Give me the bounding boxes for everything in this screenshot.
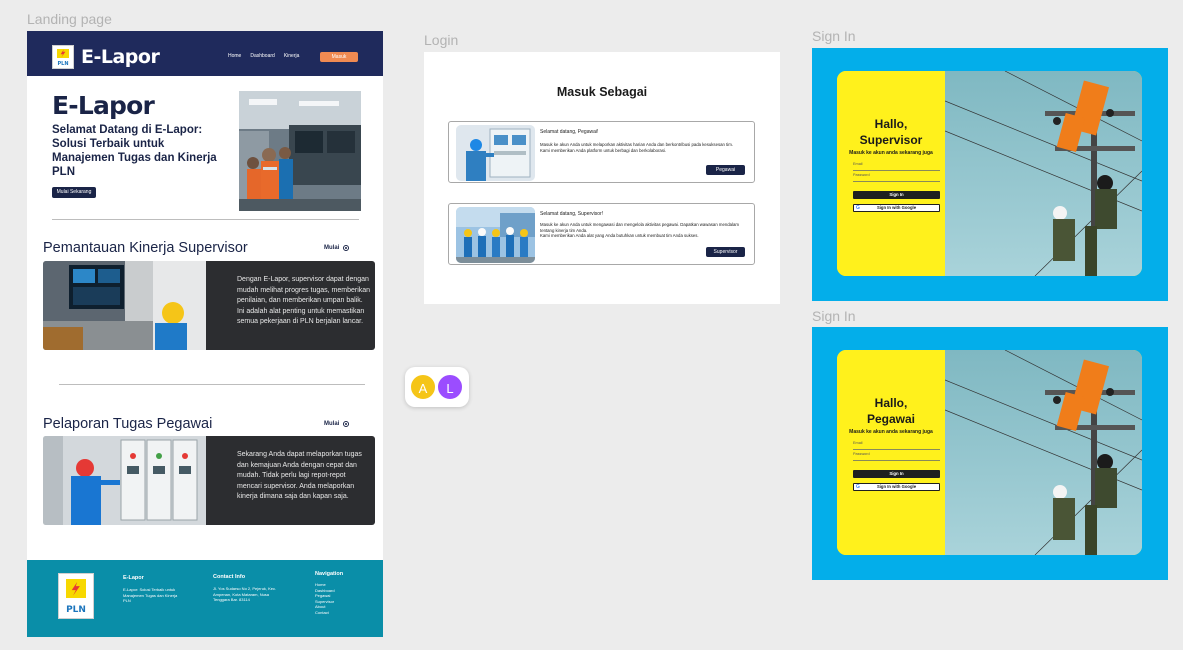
google-icon: G: [856, 205, 860, 211]
nav-link-dashboard[interactable]: Dashboard: [250, 53, 274, 59]
section-divider-2: [59, 384, 365, 385]
google-signin-button[interactable]: G Sign In with Google: [853, 204, 940, 212]
signin-subtitle: Masuk ke akun anda sekarang juga: [849, 150, 933, 156]
login-frame[interactable]: Masuk Sebagai Selamat datang, Pegawai! M…: [424, 52, 780, 304]
email-field[interactable]: Email: [853, 162, 940, 171]
signin-card: Hallo, Pegawai Masuk ke akun anda sekara…: [837, 350, 1142, 555]
signin-photo: [945, 350, 1142, 555]
arrow-circle-icon: [343, 421, 350, 427]
footer-pln-logo: PLN: [58, 573, 94, 619]
nav-links: Home Dashboard Kinerja: [228, 53, 299, 59]
pegawai-button[interactable]: Pegawai: [706, 165, 745, 175]
email-field[interactable]: Email: [853, 441, 940, 450]
supervisor-button[interactable]: Supervisor: [706, 247, 745, 257]
signin-supervisor-frame[interactable]: Hallo, Supervisor Masuk ke akun anda sek…: [812, 48, 1168, 301]
footer-brand-title: E-Lapor: [123, 575, 144, 581]
mulai-link-supervisor[interactable]: Mulai: [324, 245, 350, 251]
hero-subtitle: Selamat Datang di E-Lapor: Solusi Terbai…: [52, 124, 217, 178]
signin-photo: [945, 71, 1142, 276]
password-field[interactable]: Password: [853, 173, 940, 182]
google-icon: G: [856, 484, 860, 490]
pln-logo: PLN: [52, 45, 74, 69]
arrow-circle-icon: [343, 245, 350, 251]
section-divider: [52, 219, 359, 220]
signin-subtitle: Masuk ke akun anda sekarang juga: [849, 429, 933, 435]
nav-link-home[interactable]: Home: [228, 53, 241, 59]
landing-navbar: PLN E-Lapor Home Dashboard Kinerja Masuk: [27, 31, 383, 76]
hello-text: Hallo,: [874, 396, 908, 410]
frame-label-landing: Landing page: [27, 11, 112, 27]
google-signin-button[interactable]: G Sign In with Google: [853, 483, 940, 491]
signin-button[interactable]: Sign In: [853, 191, 940, 199]
collaborator-avatars: A L: [405, 367, 469, 407]
hero-image: [239, 91, 361, 211]
footer-nav-title: Navigation: [315, 571, 344, 577]
supervisor-feature-card: Dengan E-Lapor, supervisor dapat dengan …: [43, 261, 375, 350]
nav-link-kinerja[interactable]: Kinerja: [284, 53, 300, 59]
signin-greeting: Hallo, Supervisor: [837, 117, 945, 148]
pegawai-greeting: Selamat datang, Pegawai!: [540, 129, 599, 135]
pegawai-feature-text: Sekarang Anda dapat melaporkan tugas dan…: [237, 451, 362, 500]
mulai-label: Mulai: [324, 245, 340, 251]
lightning-icon: [60, 49, 66, 58]
masuk-button[interactable]: Masuk: [320, 52, 358, 62]
pegawai-role-image: [456, 125, 535, 181]
frame-label-signin-1: Sign In: [812, 28, 856, 44]
google-signin-label: Sign In with Google: [876, 205, 917, 210]
pegawai-feature-card: Sekarang Anda dapat melaporkan tugas dan…: [43, 436, 375, 525]
pegawai-feature-image: [43, 436, 206, 525]
frame-label-login: Login: [424, 32, 459, 48]
avatar-l[interactable]: L: [436, 373, 464, 401]
supervisor-description-line-2: Kami memberikan Anda alat yang Anda butu…: [540, 233, 699, 238]
supervisor-greeting: Selamat datang, Supervisor!: [540, 211, 604, 217]
supervisor-description: Masuk ke akun Anda untuk mengawasi dan m…: [540, 222, 750, 239]
signin-form-panel: Hallo, Supervisor Masuk ke akun anda sek…: [837, 71, 945, 276]
footer-pln-logo-text: PLN: [66, 605, 86, 616]
section-title-pegawai: Pelaporan Tugas Pegawai: [43, 416, 213, 432]
signin-form-panel: Hallo, Pegawai Masuk ke akun anda sekara…: [837, 350, 945, 555]
signin-button[interactable]: Sign In: [853, 470, 940, 478]
pegawai-description-line-1: Masuk ke akun Anda untuk melaporkan akti…: [540, 142, 733, 147]
signin-greeting: Hallo, Pegawai: [837, 396, 945, 427]
role-text: Pegawai: [866, 411, 916, 426]
signin-card: Hallo, Supervisor Masuk ke akun anda sek…: [837, 71, 1142, 276]
pln-logo-text: PLN: [57, 60, 69, 67]
brand-name: E-Lapor: [81, 46, 160, 68]
mulai-sekarang-button[interactable]: Mulai Sekarang: [52, 187, 96, 198]
hello-text: Hallo,: [874, 117, 908, 131]
google-signin-label: Sign In with Google: [876, 484, 917, 489]
supervisor-feature-image: [43, 261, 206, 350]
mulai-link-pegawai[interactable]: Mulai: [324, 421, 350, 427]
signin-pegawai-frame[interactable]: Hallo, Pegawai Masuk ke akun anda sekara…: [812, 327, 1168, 580]
login-title: Masuk Sebagai: [556, 85, 648, 99]
password-field[interactable]: Password: [853, 452, 940, 461]
landing-page-frame[interactable]: PLN E-Lapor Home Dashboard Kinerja Masuk…: [27, 31, 383, 637]
hero-title: E-Lapor: [52, 91, 155, 120]
avatar-a[interactable]: A: [409, 373, 437, 401]
supervisor-role-card[interactable]: Selamat datang, Supervisor! Masuk ke aku…: [448, 203, 755, 265]
footer-contact-text: Jl. Yos Sudarso No 2, Pejeruk, Kec. Ampe…: [213, 586, 277, 602]
supervisor-feature-text: Dengan E-Lapor, supervisor dapat dengan …: [237, 276, 371, 325]
pegawai-role-card[interactable]: Selamat datang, Pegawai! Masuk ke akun A…: [448, 121, 755, 183]
role-text: Supervisor: [859, 132, 923, 147]
footer-nav-contact[interactable]: Contact: [315, 610, 335, 616]
footer-contact-title: Contact Info: [213, 574, 246, 580]
pegawai-description-line-2: Kami memberikan Anda platform untuk berb…: [540, 147, 667, 153]
footer: PLN E-Lapor E-Lapor: Solusi Terbaik untu…: [27, 560, 383, 637]
footer-nav-list: Home Dashboard Pegawai Supervisor About …: [315, 582, 335, 615]
frame-label-signin-2: Sign In: [812, 308, 856, 324]
section-title-supervisor: Pemantauan Kinerja Supervisor: [43, 240, 248, 256]
mulai-label: Mulai: [324, 421, 340, 427]
supervisor-role-image: [456, 207, 535, 263]
footer-brand-text: E-Lapor: Solusi Terbaik untuk Manajemen …: [123, 587, 178, 603]
supervisor-description-line-1: Masuk ke akun Anda untuk mengawasi dan m…: [540, 222, 739, 233]
pegawai-description: Masuk ke akun Anda untuk melaporkan akti…: [540, 142, 750, 153]
lightning-icon: [71, 582, 81, 596]
